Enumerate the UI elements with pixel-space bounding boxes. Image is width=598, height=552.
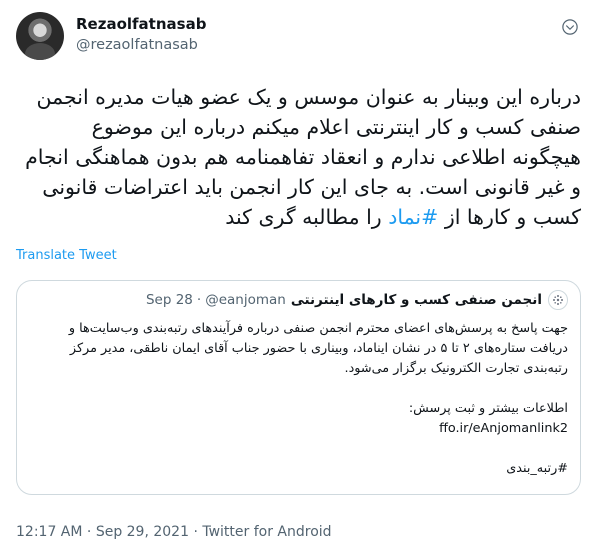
quoted-date[interactable]: Sep 28: [146, 292, 193, 308]
quoted-paragraph: جهت پاسخ به پرسش‌های اعضای محترم انجمن ص…: [68, 321, 568, 376]
tweet-time[interactable]: 12:17 AM: [16, 524, 82, 540]
tweet-footer: 12:17 AM · Sep 29, 2021 · Twitter for An…: [16, 524, 332, 540]
tweet-text-part: را مطالبه گری کند: [225, 205, 389, 229]
quoted-link[interactable]: ffo.ir/eAnjomanlink2: [31, 419, 568, 439]
quoted-separator: ·: [196, 292, 202, 308]
more-options-button[interactable]: [557, 14, 583, 40]
quoted-author-handle[interactable]: @eanjoman: [205, 292, 286, 308]
footer-separator: ·: [193, 524, 198, 540]
tweet-source[interactable]: Twitter for Android: [202, 524, 331, 540]
association-logo-icon: [548, 290, 568, 310]
quoted-tweet-header: انجمن صنفی کسب و کارهای اینترنتی @eanjom…: [146, 290, 568, 310]
author-handle[interactable]: @rezaolfatnasab: [76, 36, 198, 55]
author-display-name[interactable]: Rezaolfatnasab: [76, 15, 206, 34]
quoted-tweet-text: جهت پاسخ به پرسش‌های اعضای محترم انجمن ص…: [31, 319, 568, 479]
tweet-text: درباره این وبینار به عنوان موسس و یک عضو…: [20, 82, 581, 232]
footer-separator: ·: [86, 524, 92, 540]
tweet-hashtag-link[interactable]: #نماد: [388, 205, 438, 229]
quoted-tweet-card[interactable]: انجمن صنفی کسب و کارهای اینترنتی @eanjom…: [16, 280, 581, 495]
tweet-date[interactable]: Sep 29, 2021: [96, 524, 189, 540]
quoted-info-line: اطلاعات بیشتر و ثبت پرسش:: [408, 401, 568, 416]
author-avatar[interactable]: [16, 12, 64, 60]
more-icon: [562, 19, 578, 35]
quoted-author-name[interactable]: انجمن صنفی کسب و کارهای اینترنتی: [291, 292, 542, 308]
quoted-hashtag[interactable]: #رتبه_بندی: [31, 459, 568, 479]
translate-tweet-link[interactable]: Translate Tweet: [16, 248, 117, 263]
